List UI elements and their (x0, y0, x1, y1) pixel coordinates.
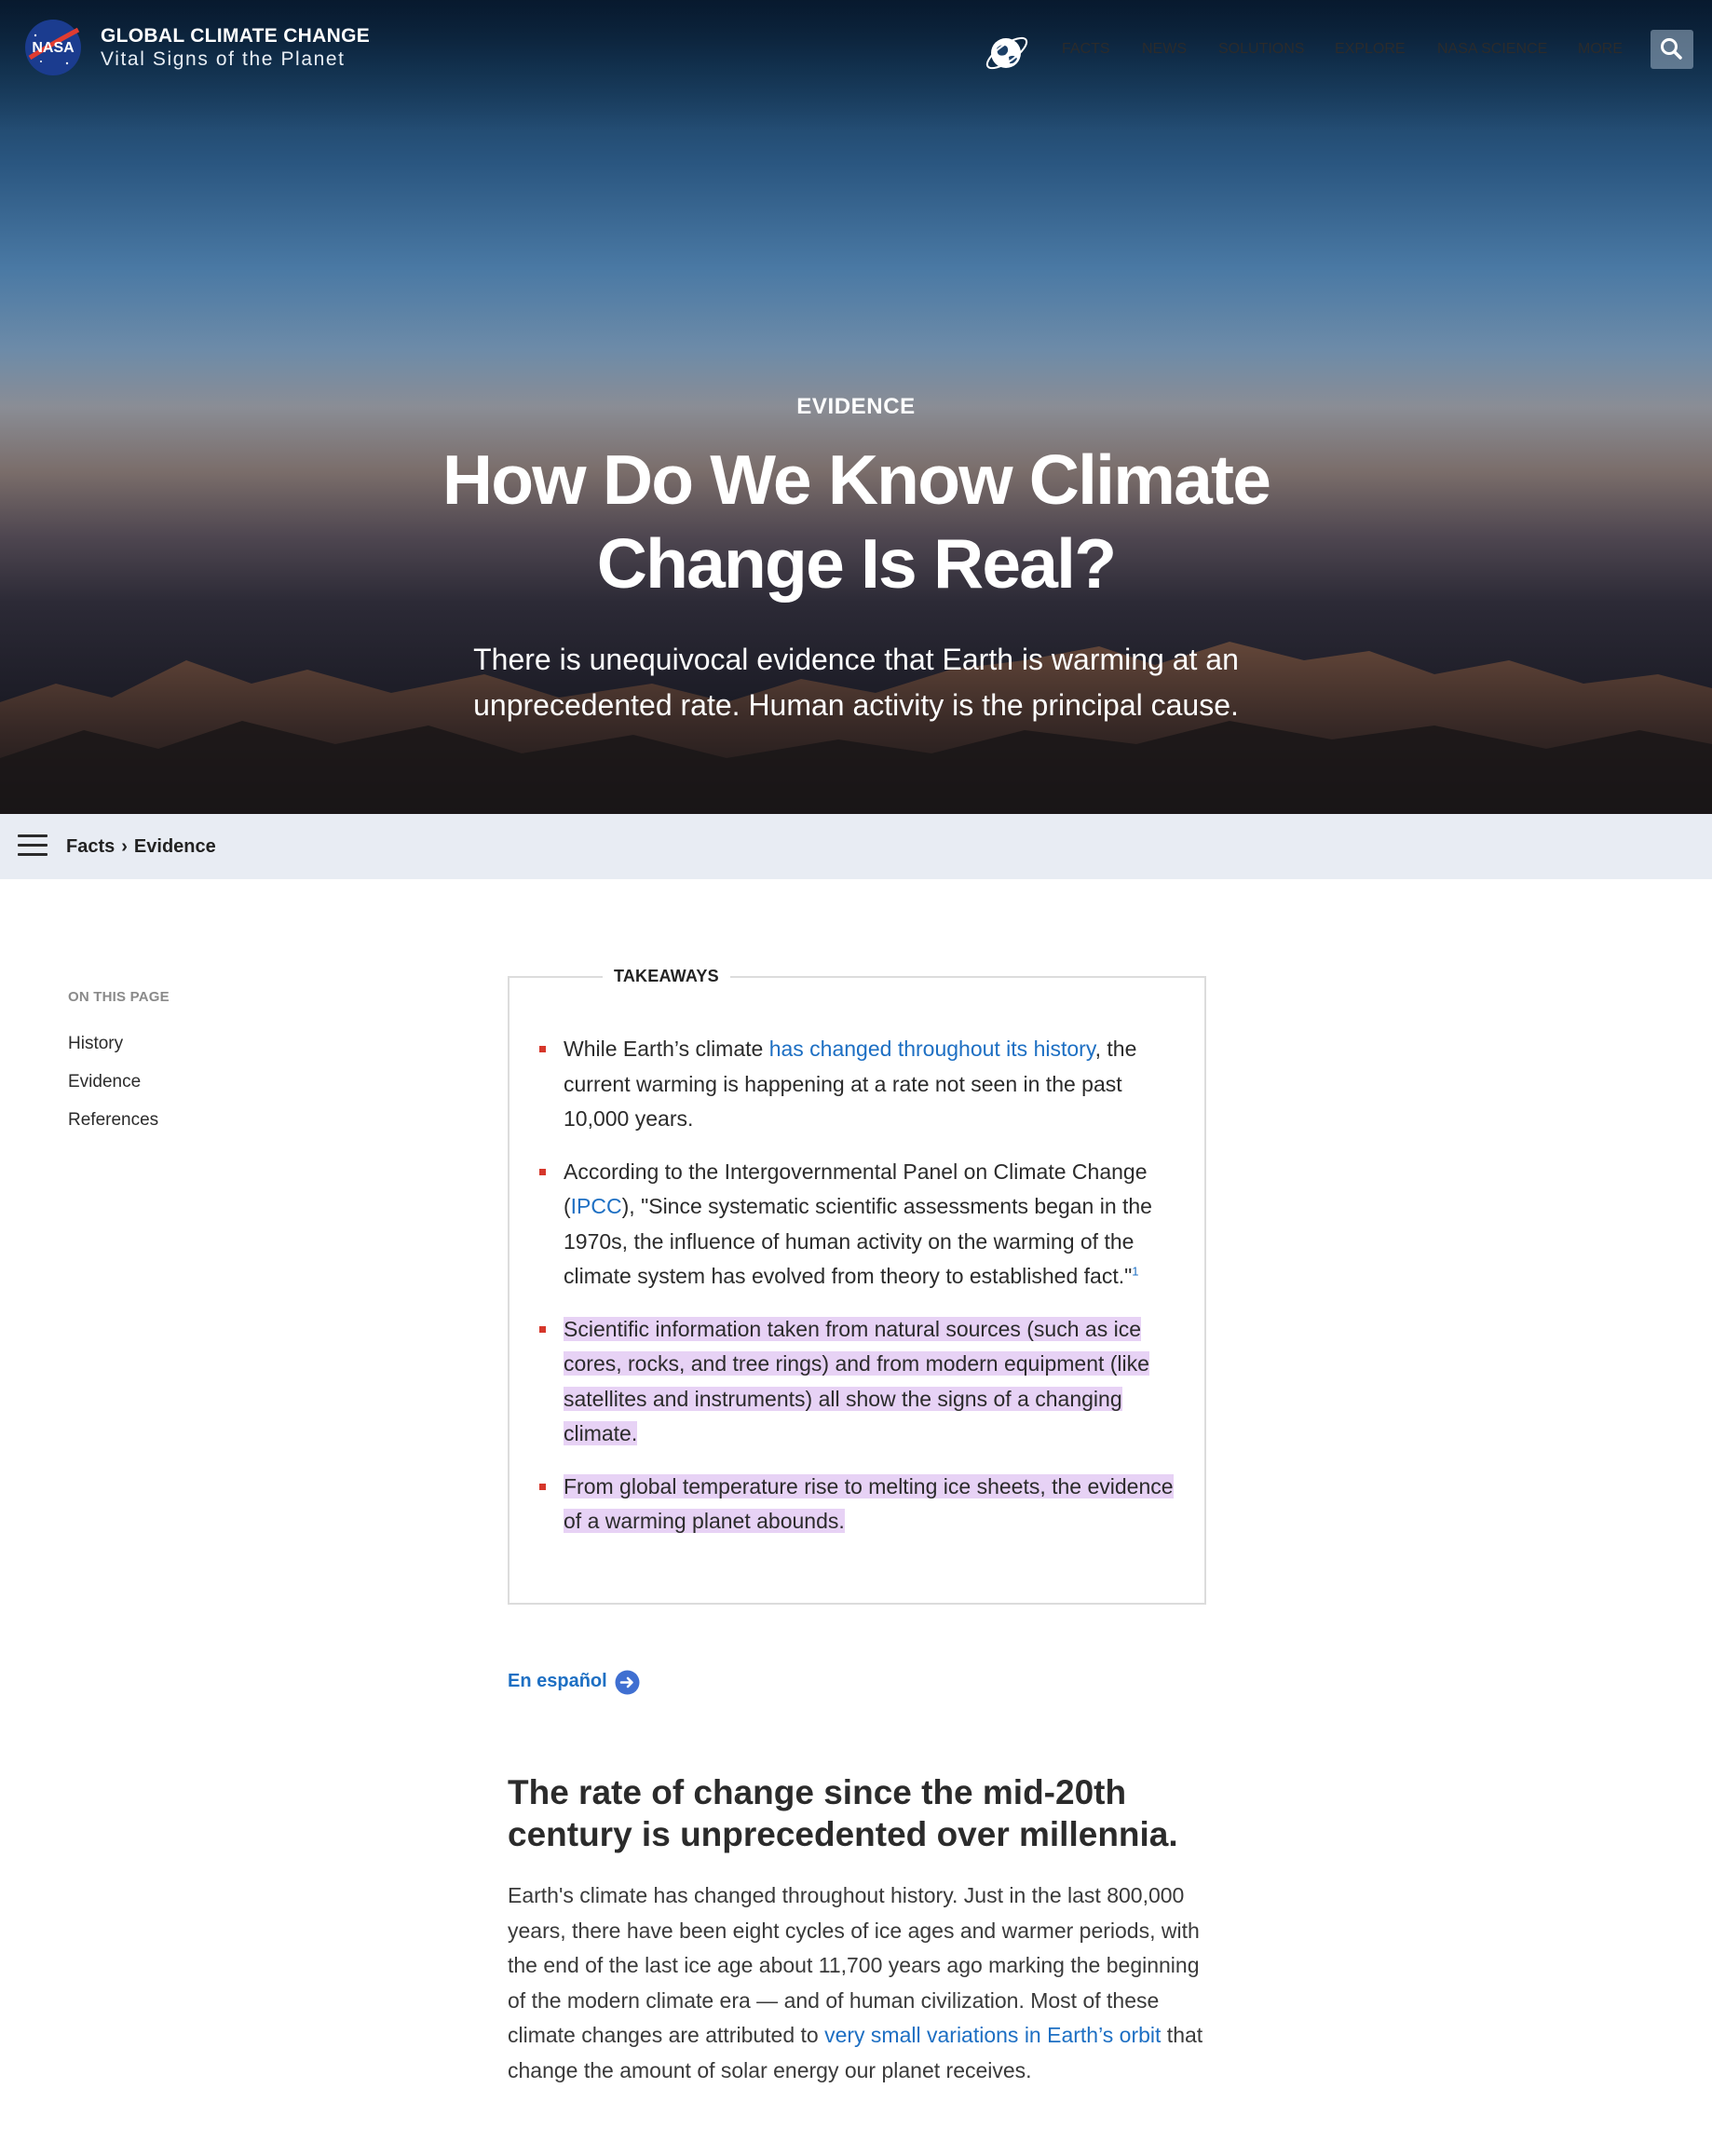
takeaways-title: TAKEAWAYS (603, 967, 730, 986)
takeaway-item-4: From global temperature rise to melting … (537, 1470, 1180, 1539)
page-title-line-2: Change Is Real? (596, 524, 1117, 603)
page-title-line-1: How Do We Know Climate (442, 441, 1271, 519)
hamburger-menu-icon[interactable] (18, 834, 48, 857)
hero-subtitle-line-1: There is unequivocal evidence that Earth… (473, 643, 1239, 676)
hero-eyebrow: EVIDENCE (796, 394, 916, 419)
nav-solutions[interactable]: SOLUTIONS (1218, 41, 1304, 58)
breadcrumb-bar: Facts › Evidence (0, 814, 1712, 879)
takeaways-list: While Earth’s climate has changed throug… (537, 1032, 1180, 1539)
arrow-right-circle-icon[interactable] (615, 1670, 640, 1695)
takeaway-1-link[interactable]: has changed throughout its history (769, 1037, 1095, 1061)
hero-subtitle-line-2: unprecedented rate. Human activity is th… (473, 688, 1239, 722)
hero-banner: NASA GLOBAL CLIMATE CHANGE Vital Signs o… (0, 0, 1712, 814)
nav-facts[interactable]: FACTS (1062, 41, 1110, 58)
takeaway-item-1: While Earth’s climate has changed throug… (537, 1032, 1180, 1137)
espanol-link[interactable]: En español (508, 1671, 607, 1692)
nav-more[interactable]: MORE (1578, 41, 1623, 58)
nav-news[interactable]: NEWS (1142, 41, 1187, 58)
takeaway-item-2: According to the Intergovernmental Panel… (537, 1155, 1180, 1295)
takeaway-item-3: Scientific information taken from natura… (537, 1312, 1180, 1452)
on-this-page-history[interactable]: History (68, 1034, 123, 1054)
takeaway-3-text: Scientific information taken from natura… (564, 1316, 1149, 1445)
takeaways-box: TAKEAWAYS While Earth’s climate has chan… (508, 967, 1206, 1605)
ipcc-link[interactable]: IPCC (571, 1194, 622, 1218)
orbit-variations-link[interactable]: very small variations in Earth’s orbit (824, 2023, 1161, 2047)
breadcrumb: Facts › Evidence (66, 836, 216, 858)
on-this-page-evidence[interactable]: Evidence (68, 1072, 141, 1092)
site-title[interactable]: GLOBAL CLIMATE CHANGE (101, 25, 370, 47)
on-this-page-references[interactable]: References (68, 1110, 158, 1131)
section-paragraph: Earth's climate has changed throughout h… (508, 1878, 1216, 2088)
on-this-page-label: ON THIS PAGE (68, 989, 170, 1005)
search-icon (1661, 38, 1682, 60)
section-heading: The rate of change since the mid-20th ce… (508, 1773, 1178, 1853)
nav-nasa-science[interactable]: NASA SCIENCE (1437, 41, 1547, 58)
search-button[interactable] (1651, 30, 1693, 69)
page-title: How Do We Know Climate Change Is Real? (390, 438, 1322, 605)
takeaway-1-text-pre: While Earth’s climate (564, 1037, 769, 1061)
hero-subtitle: There is unequivocal evidence that Earth… (437, 637, 1275, 728)
globe-orbit-icon[interactable] (981, 26, 1033, 78)
takeaway-4-text: From global temperature rise to melting … (564, 1473, 1174, 1533)
site-subtitle[interactable]: Vital Signs of the Planet (101, 48, 346, 71)
top-navigation: NASA GLOBAL CLIMATE CHANGE Vital Signs o… (0, 0, 1712, 102)
nav-explore[interactable]: EXPLORE (1335, 41, 1406, 58)
breadcrumb-evidence[interactable]: Evidence (134, 836, 216, 857)
nasa-logo[interactable]: NASA (22, 17, 84, 78)
svg-text:NASA: NASA (32, 40, 75, 56)
breadcrumb-facts[interactable]: Facts (66, 836, 115, 857)
takeaway-2-text-post: ), "Since systematic scientific assessme… (564, 1194, 1152, 1288)
footnote-1-link[interactable]: 1 (1132, 1264, 1138, 1278)
breadcrumb-separator: › (121, 836, 128, 857)
